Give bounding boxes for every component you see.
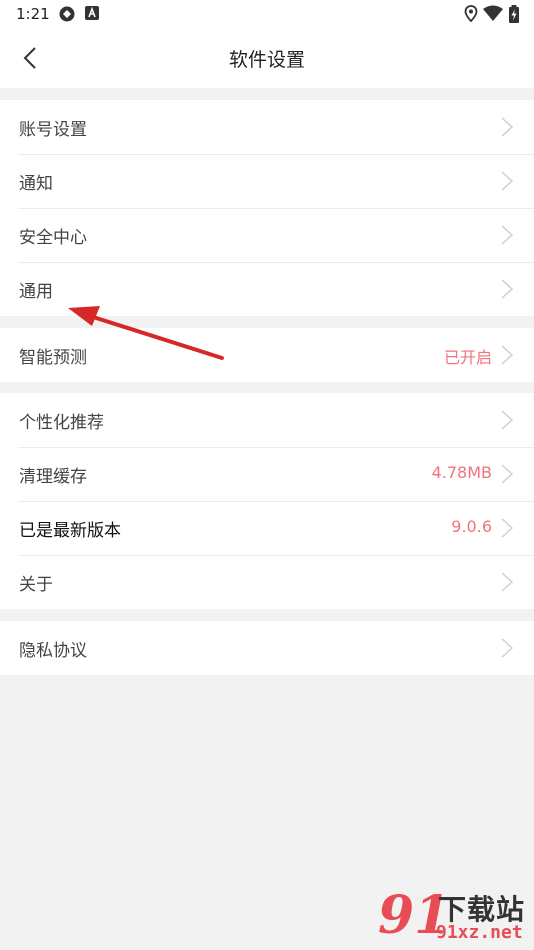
nav-bar: 软件设置 bbox=[0, 28, 534, 88]
notification-app-icon bbox=[85, 6, 99, 20]
chevron-right-icon bbox=[501, 518, 514, 538]
row-label: 账号设置 bbox=[19, 120, 87, 140]
page-title: 软件设置 bbox=[228, 49, 305, 71]
settings-group-misc: 个性化推荐 清理缓存 4.78MB 已是最新版本 9.0.6 关于 bbox=[0, 393, 534, 609]
chevron-right-icon bbox=[501, 638, 514, 658]
watermark: 91 下载站 91xz.net bbox=[378, 886, 530, 946]
settings-group-account: 账号设置 通知 安全中心 通用 bbox=[0, 100, 534, 316]
annotation-arrow-icon bbox=[68, 306, 224, 360]
settings-row-security[interactable]: 安全中心 bbox=[0, 208, 534, 262]
status-bar: 1:21 bbox=[0, 0, 534, 28]
row-value: 9.0.6 bbox=[451, 517, 492, 536]
row-value: 已开启 bbox=[443, 348, 492, 367]
settings-row-notification[interactable]: 通知 bbox=[0, 154, 534, 208]
settings-row-privacy-policy[interactable]: 隐私协议 bbox=[0, 621, 534, 675]
settings-row-version[interactable]: 已是最新版本 9.0.6 bbox=[0, 501, 534, 555]
row-label: 已是最新版本 bbox=[19, 521, 121, 541]
sync-icon bbox=[59, 6, 75, 22]
row-label: 隐私协议 bbox=[19, 641, 87, 661]
settings-row-personalized[interactable]: 个性化推荐 bbox=[0, 393, 534, 447]
row-label: 安全中心 bbox=[19, 228, 87, 248]
wifi-icon bbox=[483, 5, 503, 21]
settings-group-privacy: 隐私协议 bbox=[0, 621, 534, 675]
chevron-right-icon bbox=[501, 410, 514, 430]
chevron-right-icon bbox=[501, 117, 514, 137]
chevron-right-icon bbox=[501, 464, 514, 484]
chevron-right-icon bbox=[501, 572, 514, 592]
watermark-url: 91xz.net bbox=[436, 922, 523, 943]
chevron-right-icon bbox=[501, 225, 514, 245]
location-icon bbox=[464, 5, 478, 23]
chevron-right-icon bbox=[501, 171, 514, 191]
battery-icon bbox=[509, 5, 519, 23]
settings-row-about[interactable]: 关于 bbox=[0, 555, 534, 609]
row-label: 个性化推荐 bbox=[19, 413, 104, 433]
row-label: 清理缓存 bbox=[19, 467, 87, 487]
settings-row-clear-cache[interactable]: 清理缓存 4.78MB bbox=[0, 447, 534, 501]
status-time: 1:21 bbox=[16, 5, 50, 23]
row-label: 通用 bbox=[19, 282, 53, 302]
settings-row-account[interactable]: 账号设置 bbox=[0, 100, 534, 154]
chevron-right-icon bbox=[501, 279, 514, 299]
row-label: 关于 bbox=[19, 575, 53, 595]
chevron-right-icon bbox=[501, 345, 514, 365]
row-label: 通知 bbox=[19, 174, 53, 194]
row-value: 4.78MB bbox=[431, 463, 492, 482]
